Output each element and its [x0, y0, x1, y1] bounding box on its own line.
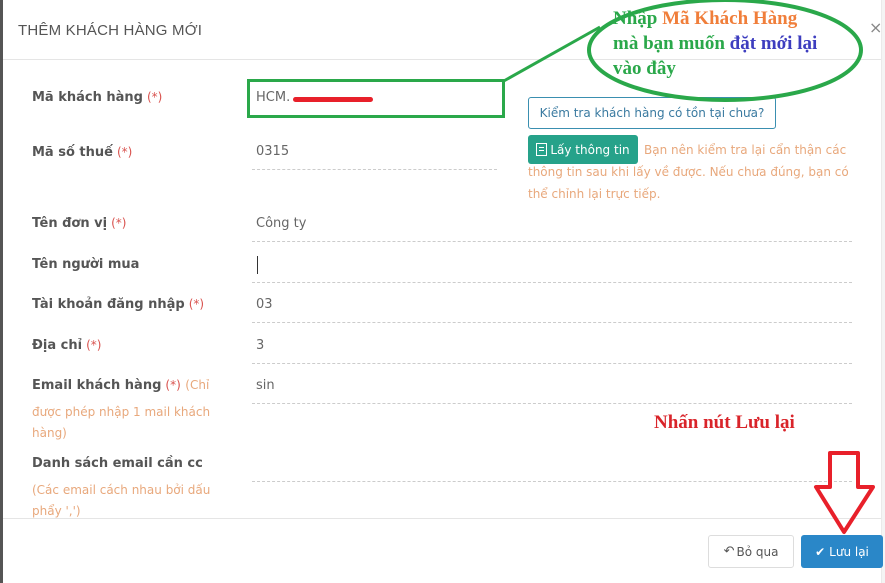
required-mark: (*)	[116, 145, 133, 159]
book-icon	[536, 143, 548, 156]
check-icon: ✔	[815, 544, 826, 559]
footer-divider	[3, 518, 881, 519]
callout-part3: mà bạn muốn	[613, 33, 730, 54]
save-label: Lưu lại	[829, 544, 869, 559]
login-account-label: Tài khoản đăng nhập (*)	[32, 297, 204, 312]
callout-part1: Nhập	[613, 8, 663, 29]
buyer-name-label: Tên người mua	[32, 257, 140, 272]
required-mark: (*)	[165, 378, 181, 392]
cancel-button[interactable]: ↶ Bỏ qua	[708, 535, 794, 568]
callout-part5: vào đây	[613, 58, 676, 79]
login-account-input[interactable]	[252, 287, 852, 323]
company-name-label: Tên đơn vị (*)	[32, 216, 126, 231]
customer-email-label-text: Email khách hàng	[32, 378, 162, 393]
required-mark: (*)	[188, 297, 205, 311]
customer-email-hint: được phép nhập 1 mail khách hàng)	[32, 405, 211, 440]
customer-email-hint-inline: (Chỉ	[185, 378, 210, 392]
required-mark: (*)	[86, 338, 102, 352]
customer-email-label: Email khách hàng (*) (Chỉ	[32, 378, 209, 393]
callout-part4: đặt mới lại	[729, 33, 818, 54]
save-hint-annotation: Nhấn nút Lưu lại	[654, 412, 795, 433]
callout-pointer-line	[501, 25, 601, 84]
cc-emails-label: Danh sách email cần cc	[32, 456, 203, 471]
save-button[interactable]: ✔ Lưu lại	[801, 535, 883, 568]
fetch-info-label: Lấy thông tin	[550, 142, 630, 157]
cancel-label: Bỏ qua	[736, 544, 779, 559]
callout-part2: Mã Khách Hàng	[662, 8, 798, 29]
add-customer-modal: THÊM KHÁCH HÀNG MỚI × Mã khách hàng(*) K…	[3, 0, 883, 583]
address-label: Địa chỉ (*)	[32, 338, 101, 353]
company-name-label-text: Tên đơn vị	[32, 216, 108, 231]
address-input[interactable]	[252, 328, 852, 364]
required-mark: (*)	[111, 216, 127, 230]
login-account-label-text: Tài khoản đăng nhập	[32, 297, 185, 312]
company-name-input[interactable]	[252, 206, 852, 242]
fetch-info-button[interactable]: Lấy thông tin	[528, 135, 638, 164]
annotation-arrow-down-icon	[814, 451, 875, 534]
tax-code-label: Mã số thuế (*)	[32, 145, 132, 160]
address-label-text: Địa chỉ	[32, 338, 83, 353]
reply-arrow-icon: ↶	[723, 544, 735, 559]
tax-code-label-text: Mã số thuế	[32, 145, 113, 160]
tax-code-input[interactable]	[252, 134, 497, 170]
text-cursor	[257, 256, 258, 274]
buyer-name-input[interactable]	[252, 247, 852, 283]
cc-emails-input[interactable]	[252, 446, 852, 482]
customer-email-input[interactable]	[252, 368, 852, 404]
callout-text: Nhập Mã Khách Hàng mà bạn muốn đặt mới l…	[613, 6, 817, 81]
cc-emails-hint: (Các email cách nhau bởi dấu phẩy ',')	[32, 483, 211, 518]
